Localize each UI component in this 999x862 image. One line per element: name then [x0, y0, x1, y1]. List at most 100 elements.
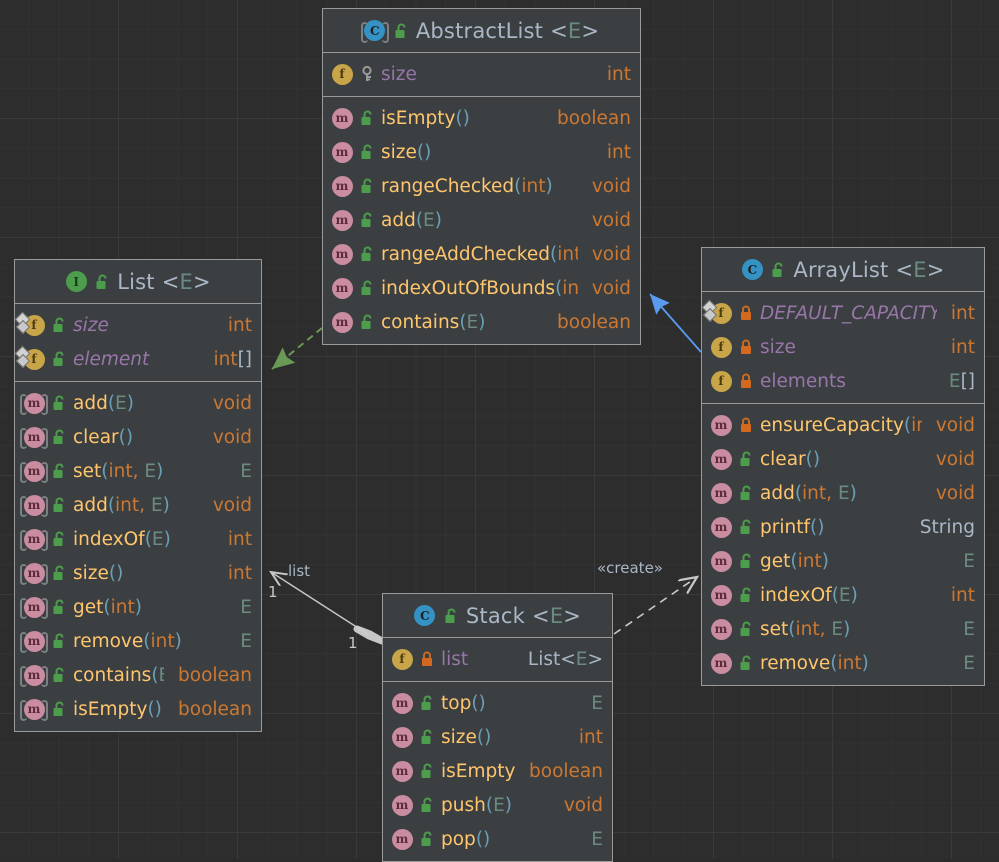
method-row[interactable]: m set(int, E) E [702, 612, 984, 646]
method-icon: m [331, 209, 353, 231]
unlocked-icon [738, 483, 754, 503]
method-return-type: void [212, 494, 252, 516]
method-signature: rangeAddChecked(int) [381, 243, 578, 265]
class-box-stack[interactable]: C Stack <E> f list List<E> m top() Em size() int m i… [382, 593, 613, 862]
method-return-type: String [919, 516, 975, 538]
method-row[interactable]: m get(int) E [702, 544, 984, 578]
unlocked-icon [738, 619, 754, 639]
class-title: ArrayList [793, 257, 889, 282]
method-name: push [441, 794, 486, 816]
fields-section: f list List<E> [383, 638, 612, 681]
field-row[interactable]: f size int [323, 57, 640, 91]
method-row[interactable]: m clear() void [15, 420, 261, 454]
method-row[interactable]: m size() int [383, 720, 612, 754]
unlocked-icon [51, 315, 67, 335]
method-icon: m [331, 107, 353, 129]
method-signature: size() [381, 141, 432, 163]
method-row[interactable]: m push(E) void [383, 788, 612, 822]
method-row[interactable]: m rangeChecked(int) void [323, 169, 640, 203]
method-row[interactable]: m rangeAddChecked(int) void [323, 237, 640, 271]
field-type: int [950, 302, 975, 324]
method-row[interactable]: m add(int, E) void [15, 488, 261, 522]
class-header-abstractlist[interactable]: C AbstractList <E> [323, 9, 640, 53]
method-name: top [441, 692, 472, 714]
method-return-type: boolean [178, 698, 252, 720]
method-icon: m [20, 664, 48, 687]
method-row[interactable]: m clear() void [702, 442, 984, 476]
method-row[interactable]: m indexOf(E) int [702, 578, 984, 612]
method-row[interactable]: m contains(E) boolean [15, 658, 261, 692]
method-return-type: E [963, 550, 975, 572]
class-box-list[interactable]: I List <E> f size int f element int[] m add(E) void… [14, 259, 262, 732]
field-row[interactable]: f size int [15, 308, 261, 342]
field-row[interactable]: f elements E[] [702, 364, 984, 398]
method-icon: m [710, 550, 732, 572]
method-row[interactable]: m contains(E) boolean [323, 305, 640, 339]
method-row[interactable]: m top() E [383, 686, 612, 720]
method-signature: push(E) [441, 794, 512, 816]
method-row[interactable]: m add(E) void [323, 203, 640, 237]
method-row[interactable]: m printf() String [702, 510, 984, 544]
diagram-canvas[interactable]: List (green dashed) --> AbstractList (bl… [0, 0, 999, 862]
method-return-type: void [563, 794, 603, 816]
method-row[interactable]: m indexOutOfBounds(int) void [323, 271, 640, 305]
method-signature: top() [441, 692, 486, 714]
field-row[interactable]: f size int [702, 330, 984, 364]
method-row[interactable]: m remove(int) E [15, 624, 261, 658]
method-name: get [73, 596, 104, 618]
method-row[interactable]: m remove(int) E [702, 646, 984, 680]
method-icon: m [20, 392, 48, 415]
unlocked-icon [419, 795, 435, 815]
class-generic-param: <E> [161, 269, 211, 294]
class-box-abstractlist[interactable]: C AbstractList <E> f size int m isEmpty() boolea… [322, 8, 641, 345]
methods-section: m isEmpty() boolean m size() int m rangeChecked… [323, 96, 640, 344]
class-header-list[interactable]: I List <E> [15, 260, 261, 304]
method-signature: indexOutOfBounds(int) [381, 277, 578, 299]
method-name: isEmpty [73, 698, 148, 720]
method-row[interactable]: m add(E) void [15, 386, 261, 420]
class-header-arraylist[interactable]: C ArrayList <E> [702, 248, 984, 292]
unlocked-icon [359, 312, 375, 332]
method-row[interactable]: m isEmpty() boolean [383, 754, 612, 788]
method-icon: m [20, 528, 48, 551]
method-row[interactable]: m indexOf(E) int [15, 522, 261, 556]
method-name: set [73, 460, 102, 482]
method-return-type: E [963, 618, 975, 640]
field-row[interactable]: f DEFAULT_CAPACITY int [702, 296, 984, 330]
method-row[interactable]: m size() int [323, 135, 640, 169]
method-return-type: void [212, 426, 252, 448]
locked-icon [738, 371, 754, 391]
method-row[interactable]: m add(int, E) void [702, 476, 984, 510]
method-row[interactable]: m isEmpty() boolean [15, 692, 261, 726]
method-icon: m [391, 692, 413, 714]
class-header-stack[interactable]: C Stack <E> [383, 594, 612, 638]
method-icon: m [20, 630, 48, 653]
method-name: size [441, 726, 477, 748]
method-row[interactable]: m ensureCapacity(int) void [702, 408, 984, 442]
unlocked-icon [738, 449, 754, 469]
field-row[interactable]: f element int[] [15, 342, 261, 376]
method-return-type: int [227, 528, 252, 550]
field-type: int[] [213, 348, 252, 370]
method-icon: m [331, 311, 353, 333]
class-box-arraylist[interactable]: C ArrayList <E> f DEFAULT_CAPACITY int f size in… [701, 247, 985, 686]
locked-icon [738, 415, 754, 435]
method-name: size [73, 562, 109, 584]
unlocked-icon [393, 21, 409, 41]
relation-abstractlist-implements-list [271, 327, 323, 370]
method-row[interactable]: m pop() E [383, 822, 612, 856]
method-return-type: E [591, 692, 603, 714]
field-type: E[] [948, 370, 975, 392]
field-type: int [950, 336, 975, 358]
method-row[interactable]: m get(int) E [15, 590, 261, 624]
field-row[interactable]: f list List<E> [383, 642, 612, 676]
method-signature: indexOf(E) [73, 528, 171, 550]
method-signature: remove(int) [760, 652, 869, 674]
field-name: DEFAULT_CAPACITY [760, 302, 937, 324]
method-name: indexOf [73, 528, 145, 550]
method-name: pop [441, 828, 476, 850]
method-row[interactable]: m set(int, E) E [15, 454, 261, 488]
method-row[interactable]: m size() int [15, 556, 261, 590]
method-row[interactable]: m isEmpty() boolean [323, 101, 640, 135]
key-icon [359, 64, 375, 84]
